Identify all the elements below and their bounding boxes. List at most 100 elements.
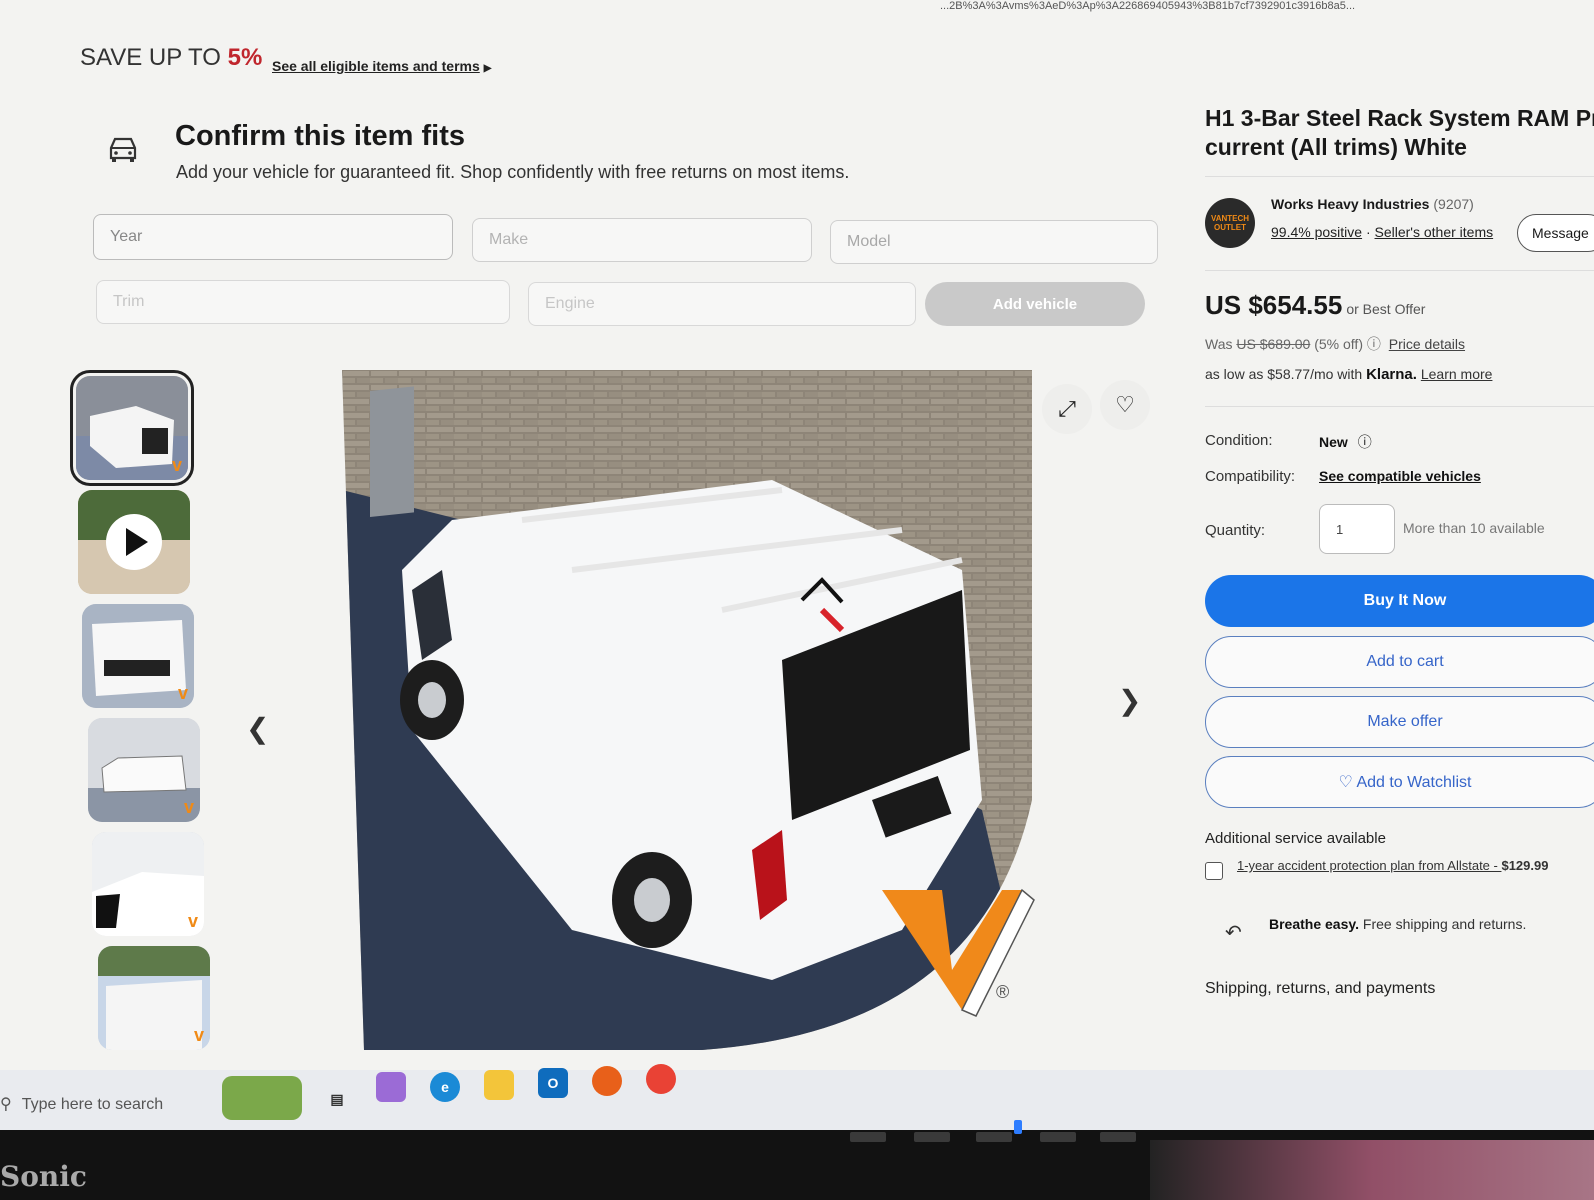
task-view-icon[interactable]: ▤ — [322, 1084, 352, 1114]
add-to-cart-button[interactable]: Add to cart — [1205, 636, 1594, 688]
listing-title-line1: H1 3-Bar Steel Rack System RAM Pr — [1205, 105, 1594, 131]
protection-plan-price: $129.99 — [1501, 858, 1549, 873]
condition-value: New ⓘ — [1319, 432, 1372, 452]
file-explorer-icon[interactable] — [484, 1070, 514, 1100]
was-price: US $689.00 — [1236, 336, 1311, 352]
promo-percent: 5% — [227, 44, 263, 71]
seller-name-text: Works Heavy Industries — [1271, 196, 1430, 212]
was-label: Was — [1205, 336, 1233, 352]
browser-viewport: ...2B%3A%3Avms%3AeD%3Ap%3A226869405943%3… — [0, 0, 1594, 1090]
brand-badge-icon: v — [187, 911, 198, 931]
monitor-button[interactable] — [850, 1132, 886, 1142]
model-placeholder: Model — [847, 233, 891, 250]
return-arrow-icon: ↶ — [1225, 922, 1242, 944]
divider — [1205, 406, 1594, 407]
monitor-button[interactable] — [976, 1132, 1012, 1142]
discount-label: (5% off) — [1314, 336, 1363, 352]
expand-icon[interactable]: ⤢ — [1042, 384, 1092, 434]
monitor-button[interactable] — [1100, 1132, 1136, 1142]
copilot-icon[interactable] — [376, 1072, 406, 1102]
breathe-easy-label: Breathe easy. — [1269, 916, 1360, 932]
monitor-button[interactable] — [914, 1132, 950, 1142]
add-to-watchlist-button[interactable]: ♡ Add to Watchlist — [1205, 756, 1594, 808]
message-seller-button[interactable]: Message — [1517, 214, 1594, 252]
best-offer-label: or Best Offer — [1346, 301, 1426, 317]
engine-select[interactable]: Engine — [528, 282, 916, 326]
widgets-icon[interactable] — [222, 1076, 302, 1120]
make-offer-button[interactable]: Make offer — [1205, 696, 1594, 748]
quantity-label: Quantity: — [1205, 522, 1266, 539]
chevron-left-icon[interactable]: ❮ — [246, 712, 269, 745]
promo-terms-label: See all eligible items and terms — [272, 58, 480, 74]
brand-badge-icon: v — [177, 683, 188, 703]
price-details-link[interactable]: Price details — [1389, 336, 1465, 352]
make-placeholder: Make — [489, 231, 529, 248]
promo-terms-link[interactable]: See all eligible items and terms ▶ — [272, 58, 491, 74]
year-select[interactable]: Year — [93, 214, 453, 260]
power-led — [1014, 1120, 1022, 1134]
chevron-right-icon[interactable]: ❯ — [1118, 684, 1141, 717]
thumbnail-van-top-rear[interactable]: v — [82, 604, 194, 708]
monitor-button[interactable] — [1040, 1132, 1076, 1142]
firefox-icon[interactable] — [592, 1066, 622, 1096]
heart-icon[interactable]: ♡ — [1100, 380, 1150, 430]
fitment-subtitle: Add your vehicle for guaranteed fit. Sho… — [176, 162, 850, 182]
listing-title-line2: current (All trims) White — [1205, 134, 1467, 160]
seller-links: 99.4% positive · Seller's other items — [1271, 224, 1494, 240]
thumbnail-video[interactable] — [78, 490, 190, 594]
search-icon: ⚲ — [0, 1096, 12, 1113]
klarna-logo: Klarna. — [1366, 366, 1417, 383]
fitment-title: Confirm this item fits — [175, 120, 466, 152]
main-product-image[interactable]: ® — [342, 370, 1042, 1070]
condition-label: Condition: — [1205, 432, 1273, 449]
thumbnail-van-outdoor[interactable]: v — [98, 946, 210, 1050]
additional-service-heading: Additional service available — [1205, 830, 1386, 847]
protection-plan-label[interactable]: 1-year accident protection plan from All… — [1237, 858, 1548, 873]
trim-select[interactable]: Trim — [96, 280, 510, 324]
promo-prefix: SAVE UP TO — [80, 44, 221, 71]
brand-badge-icon: v — [193, 1025, 204, 1045]
thumbnail-van-side[interactable]: v — [88, 718, 200, 822]
free-returns-text: Free shipping and returns. — [1359, 916, 1527, 932]
seller-feedback-count: (9207) — [1433, 196, 1474, 212]
compatibility-label: Compatibility: — [1205, 468, 1296, 485]
protection-plan-text: 1-year accident protection plan from All… — [1237, 858, 1502, 873]
chrome-icon[interactable] — [646, 1064, 676, 1094]
divider — [1205, 270, 1594, 271]
add-vehicle-button[interactable]: Add vehicle — [925, 282, 1145, 326]
klarna-text: as low as $58.77/mo with — [1205, 366, 1363, 382]
trim-placeholder: Trim — [113, 293, 145, 310]
shipping-heading[interactable]: Shipping, returns, and payments — [1205, 980, 1435, 998]
outlook-icon[interactable]: O — [538, 1068, 568, 1098]
edge-icon[interactable]: e — [430, 1072, 460, 1102]
make-select[interactable]: Make — [472, 218, 812, 262]
year-placeholder: Year — [110, 228, 143, 245]
listing-title: H1 3-Bar Steel Rack System RAM Pr curren… — [1205, 104, 1594, 162]
info-icon[interactable]: ⓘ — [1358, 434, 1372, 450]
model-select[interactable]: Model — [830, 220, 1158, 264]
condition-value-text: New — [1319, 434, 1348, 450]
free-returns-note: Breathe easy. Free shipping and returns. — [1269, 916, 1526, 932]
taskbar-search-box[interactable]: ⚲ Type here to search — [0, 1094, 163, 1114]
klarna-learn-more-link[interactable]: Learn more — [1421, 366, 1493, 382]
buy-it-now-button[interactable]: Buy It Now — [1205, 575, 1594, 627]
engine-placeholder: Engine — [545, 295, 595, 312]
quantity-input[interactable]: 1 — [1319, 504, 1395, 554]
price-value: US $654.55 — [1205, 290, 1343, 320]
info-icon[interactable]: ⓘ — [1367, 336, 1381, 352]
thumbnail-van-rear[interactable]: v — [70, 370, 194, 486]
seller-other-items-link[interactable]: Seller's other items — [1375, 224, 1494, 240]
seller-positive-link[interactable]: 99.4% positive — [1271, 224, 1362, 240]
triangle-right-icon: ▶ — [483, 63, 492, 74]
thumbnail-van-roof[interactable]: v — [92, 832, 204, 936]
brand-badge-icon: v — [183, 797, 194, 817]
seller-logo[interactable]: VANTECH OUTLET — [1205, 198, 1255, 248]
divider — [1205, 176, 1594, 177]
seller-name[interactable]: Works Heavy Industries (9207) — [1271, 196, 1474, 212]
protection-plan-checkbox[interactable] — [1205, 862, 1223, 880]
klarna-row: as low as $58.77/mo with Klarna. Learn m… — [1205, 366, 1492, 383]
price: US $654.55 or Best Offer — [1205, 290, 1425, 321]
compatibility-link-text[interactable]: See compatible vehicles — [1319, 468, 1481, 484]
compatibility-link[interactable]: See compatible vehicles — [1319, 468, 1481, 484]
brand-badge-icon: v — [171, 455, 182, 475]
